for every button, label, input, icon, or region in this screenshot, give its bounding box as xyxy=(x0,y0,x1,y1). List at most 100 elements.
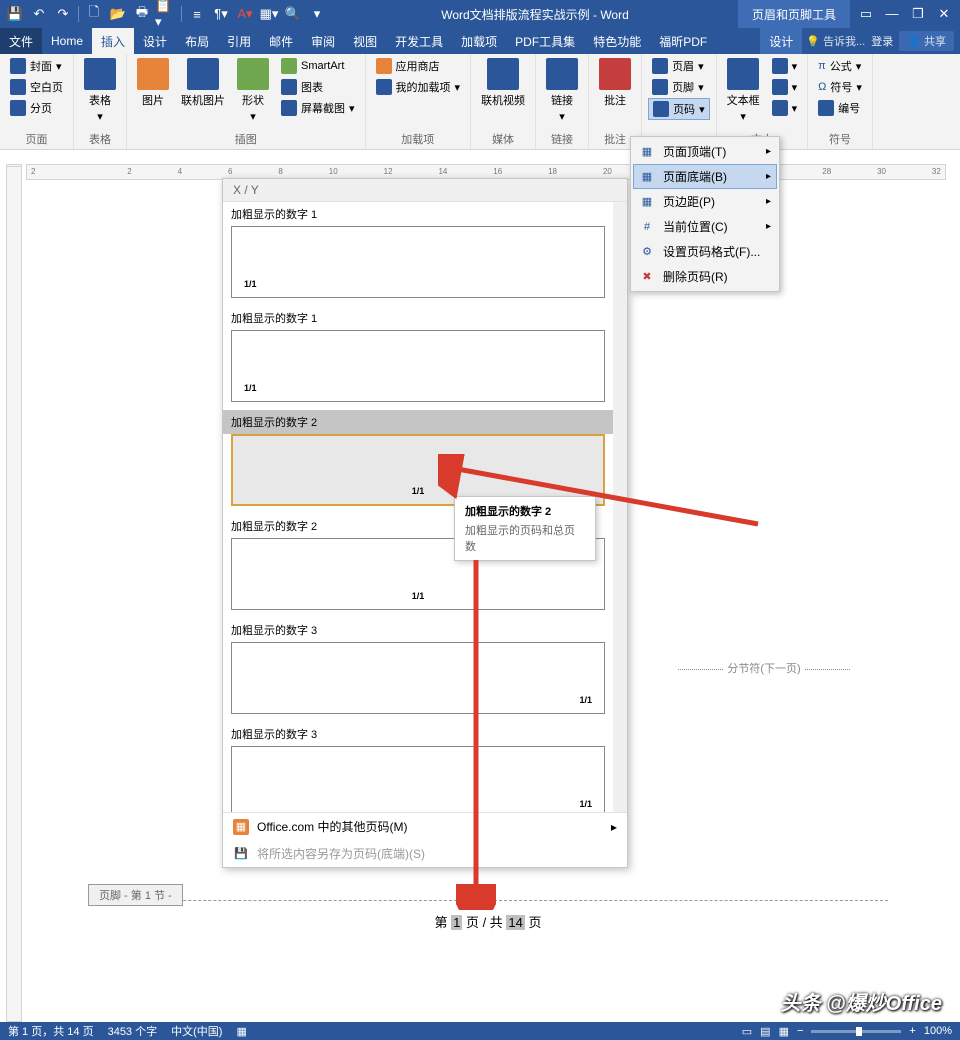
share-button[interactable]: 👤 共享 xyxy=(899,31,954,51)
scroll-down-icon[interactable]: ▾ xyxy=(613,798,627,812)
save-icon[interactable]: 💾 xyxy=(4,3,26,25)
status-words[interactable]: 3453 个字 xyxy=(108,1023,158,1039)
footer-divider xyxy=(88,900,888,901)
tell-me[interactable]: 💡 告诉我... xyxy=(806,33,865,49)
page-break-button[interactable]: 分页 xyxy=(6,98,67,118)
menu-page-margin[interactable]: ▦页边距(P)▸ xyxy=(633,189,777,214)
group-media: 联机视频 媒体 xyxy=(471,54,536,149)
gallery-tooltip: 加粗显示的数字 2 加粗显示的页码和总页数 xyxy=(454,496,596,561)
para-icon[interactable]: ¶▾ xyxy=(210,3,232,25)
scroll-up-icon[interactable]: ▴ xyxy=(613,202,627,216)
tab-layout[interactable]: 布局 xyxy=(176,28,218,54)
watermark: 头条 @爆炒Office xyxy=(781,987,942,1016)
vertical-ruler[interactable] xyxy=(6,166,22,1022)
new-icon[interactable]: 🗋 xyxy=(83,3,105,25)
ribbon: 封面 ▾ 空白页 分页 页面 表格▾ 表格 图片 联机图片 形状▾ SmartA… xyxy=(0,54,960,150)
gallery-item-label: 加粗显示的数字 3 xyxy=(223,722,613,746)
tab-developer[interactable]: 开发工具 xyxy=(386,28,452,54)
tab-home[interactable]: Home xyxy=(42,28,92,54)
tab-mailings[interactable]: 邮件 xyxy=(260,28,302,54)
chart-button[interactable]: 图表 xyxy=(277,77,359,97)
dropcap-button[interactable]: ▾ xyxy=(768,98,802,118)
textbox-button[interactable]: 文本框▾ xyxy=(723,56,764,125)
restore-icon[interactable]: ❐ xyxy=(906,6,930,22)
menu-remove-page-numbers[interactable]: ✖删除页码(R) xyxy=(633,264,777,289)
status-language[interactable]: 中文(中国) xyxy=(171,1023,222,1039)
minimize-icon[interactable]: — xyxy=(880,6,904,22)
gallery-item-preview[interactable]: 1/1 xyxy=(231,330,605,402)
menu-page-bottom[interactable]: ▦页面底端(B)▸ xyxy=(633,164,777,189)
tab-addins[interactable]: 加载项 xyxy=(452,28,506,54)
section-break: 分节符(下一页) xyxy=(640,660,888,676)
group-links: 链接▾ 链接 xyxy=(536,54,589,149)
footer-button[interactable]: 页脚 ▾ xyxy=(648,77,710,97)
contextual-tab-group: 页眉和页脚工具 xyxy=(738,0,850,28)
tab-design[interactable]: 设计 xyxy=(134,28,176,54)
window-title: Word文档排版流程实战示例 - Word xyxy=(332,6,738,23)
zoom-out-icon[interactable]: − xyxy=(797,1025,803,1037)
cover-page-button[interactable]: 封面 ▾ xyxy=(6,56,67,76)
zoom-level[interactable]: 100% xyxy=(924,1025,952,1037)
tab-contextual-design[interactable]: 设计 xyxy=(760,28,802,54)
menu-current-position[interactable]: #当前位置(C)▸ xyxy=(633,214,777,239)
quickprint-icon[interactable]: 🖶 xyxy=(131,3,153,25)
open-icon[interactable]: 📂 xyxy=(107,3,129,25)
group-illustrations: 图片 联机图片 形状▾ SmartArt 图表 屏幕截图 ▾ 插图 xyxy=(127,54,366,149)
align-icon[interactable]: ≡ xyxy=(186,3,208,25)
shapes-button[interactable]: 形状▾ xyxy=(233,56,273,125)
find-icon[interactable]: 🔍 xyxy=(282,3,304,25)
blank-page-button[interactable]: 空白页 xyxy=(6,77,67,97)
view-read-icon[interactable]: ▭ xyxy=(742,1025,752,1038)
paste-icon[interactable]: 📋▾ xyxy=(155,3,177,25)
menu-format-page-numbers[interactable]: ⚙设置页码格式(F)... xyxy=(633,239,777,264)
tab-features[interactable]: 特色功能 xyxy=(584,28,650,54)
login-link[interactable]: 登录 xyxy=(871,33,893,49)
gallery-more-office[interactable]: ▦Office.com 中的其他页码(M)▸ xyxy=(223,813,627,840)
footer-page-number[interactable]: 第 1 页 / 共 14 页 xyxy=(88,912,888,931)
quickparts-button[interactable]: ▾ xyxy=(768,56,802,76)
menu-page-top[interactable]: ▦页面顶端(T)▸ xyxy=(633,139,777,164)
table-button[interactable]: 表格▾ xyxy=(80,56,120,125)
store-button[interactable]: 应用商店 xyxy=(372,56,465,76)
online-video-button[interactable]: 联机视频 xyxy=(477,56,529,110)
tab-pdftools[interactable]: PDF工具集 xyxy=(506,28,584,54)
number-button[interactable]: 编号 xyxy=(814,98,866,118)
quick-access-toolbar: 💾 ↶ ↷ 🗋 📂 🖶 📋▾ ≡ ¶▾ A▾ ▦▾ 🔍 ▾ xyxy=(0,3,332,25)
comment-button[interactable]: 批注 xyxy=(595,56,635,110)
my-addins-button[interactable]: 我的加载项 ▾ xyxy=(372,77,465,97)
equation-button[interactable]: π 公式 ▾ xyxy=(814,56,866,76)
wordart-button[interactable]: ▾ xyxy=(768,77,802,97)
page-number-menu: ▦页面顶端(T)▸ ▦页面底端(B)▸ ▦页边距(P)▸ #当前位置(C)▸ ⚙… xyxy=(630,136,780,292)
symbol-button[interactable]: Ω 符号 ▾ xyxy=(814,77,866,97)
undo-icon[interactable]: ↶ xyxy=(28,3,50,25)
gallery-item-preview[interactable]: 1/1 xyxy=(231,746,605,812)
header-button[interactable]: 页眉 ▾ xyxy=(648,56,710,76)
qat-more-icon[interactable]: ▾ xyxy=(306,3,328,25)
zoom-slider[interactable] xyxy=(811,1030,901,1033)
page-number-button[interactable]: 页码 ▾ xyxy=(648,98,710,120)
smartart-button[interactable]: SmartArt xyxy=(277,56,359,76)
links-button[interactable]: 链接▾ xyxy=(542,56,582,125)
ribbon-options-icon[interactable]: ▭ xyxy=(854,6,878,22)
tab-references[interactable]: 引用 xyxy=(218,28,260,54)
tab-view[interactable]: 视图 xyxy=(344,28,386,54)
pictures-button[interactable]: 图片 xyxy=(133,56,173,110)
status-macro-icon[interactable]: ▦ xyxy=(236,1025,246,1038)
status-page[interactable]: 第 1 页，共 14 页 xyxy=(8,1023,94,1039)
view-print-icon[interactable]: ▤ xyxy=(760,1025,770,1038)
tab-file[interactable]: 文件 xyxy=(0,28,42,54)
close-icon[interactable]: ✕ xyxy=(932,6,956,22)
table-icon[interactable]: ▦▾ xyxy=(258,3,280,25)
gallery-item-preview[interactable]: 1/1 xyxy=(231,642,605,714)
tab-insert[interactable]: 插入 xyxy=(92,28,134,54)
gallery-item-preview[interactable]: 1/1 xyxy=(231,226,605,298)
zoom-in-icon[interactable]: + xyxy=(909,1025,915,1037)
group-comments: 批注 批注 xyxy=(589,54,642,149)
tab-review[interactable]: 审阅 xyxy=(302,28,344,54)
tab-foxit[interactable]: 福昕PDF xyxy=(650,28,716,54)
view-web-icon[interactable]: ▦ xyxy=(779,1025,789,1038)
screenshot-button[interactable]: 屏幕截图 ▾ xyxy=(277,98,359,118)
online-pictures-button[interactable]: 联机图片 xyxy=(177,56,229,110)
redo-icon[interactable]: ↷ xyxy=(52,3,74,25)
font-color-icon[interactable]: A▾ xyxy=(234,3,256,25)
